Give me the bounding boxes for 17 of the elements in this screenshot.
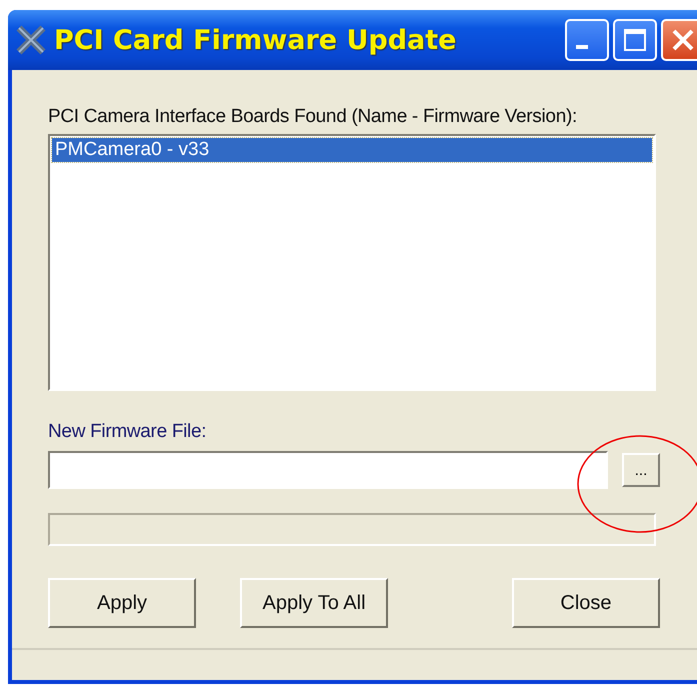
maximize-button[interactable] [613,19,657,61]
browse-button[interactable]: ... [622,453,660,487]
close-button[interactable] [661,19,697,61]
boards-label: PCI Camera Interface Boards Found (Name - Firmware Version): [48,106,578,128]
list-item[interactable]: PMCamera0 - v33 [52,138,652,162]
close-icon [671,28,695,52]
maximize-icon [623,28,647,52]
minimize-icon [576,45,588,49]
dialog-button[interactable]: Apply [48,578,196,628]
dialog-button[interactable]: Apply To All [240,578,388,628]
window-title: PCI Card Firmware Update [54,24,456,56]
dialog-button[interactable]: Close [512,578,660,628]
minimize-button[interactable] [565,19,609,61]
boards-list[interactable]: PMCamera0 - v33 [48,134,656,391]
file-field[interactable] [48,451,608,489]
file-label: New Firmware File: [48,421,208,443]
cross-icon [16,25,46,55]
